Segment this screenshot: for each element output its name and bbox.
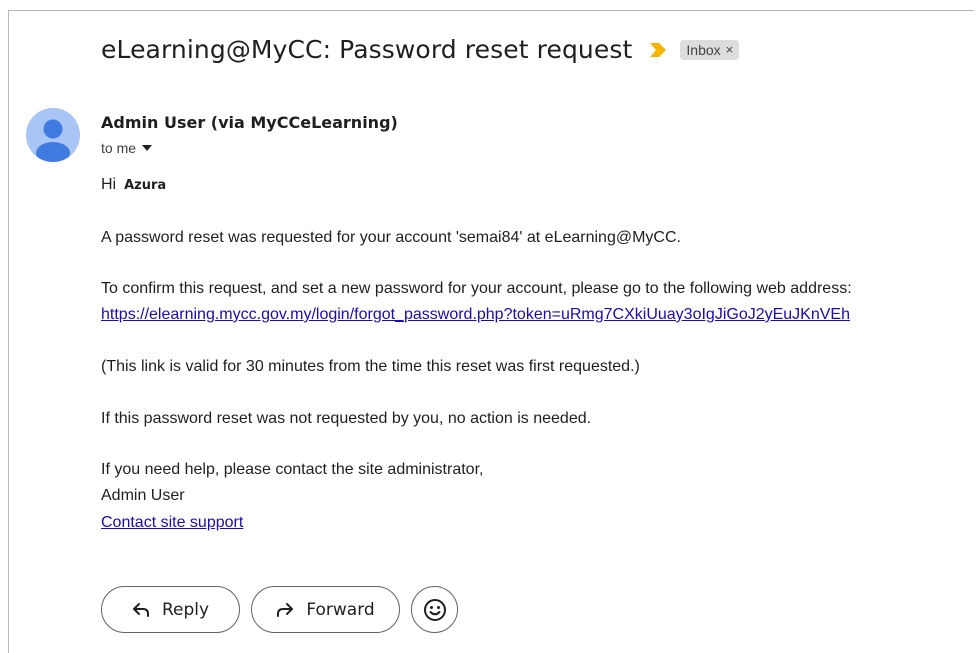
smiley-icon [423, 598, 446, 621]
avatar[interactable] [26, 108, 80, 162]
recipient-details[interactable]: to me [101, 140, 153, 156]
importance-marker-icon[interactable] [650, 42, 667, 57]
reply-icon [132, 602, 149, 617]
forward-icon [277, 602, 294, 617]
forward-button[interactable]: Forward [251, 586, 400, 633]
support-link-line: Contact site support [101, 514, 243, 532]
remove-label-icon[interactable]: × [726, 42, 734, 57]
person-icon [26, 108, 80, 162]
email-subject: eLearning@MyCC: Password reset request [101, 35, 633, 64]
chevron-down-icon [142, 145, 153, 151]
emoji-reaction-button[interactable] [411, 586, 458, 633]
inbox-label: Inbox [686, 41, 721, 58]
reset-link-line: https://elearning.mycc.gov.my/login/forg… [101, 306, 850, 324]
support-link[interactable]: Contact site support [101, 514, 243, 531]
reset-link[interactable]: https://elearning.mycc.gov.my/login/forg… [101, 306, 850, 323]
subject-row: eLearning@MyCC: Password reset request I… [101, 35, 740, 64]
body-paragraph-4: If this password reset was not requested… [101, 410, 592, 427]
sender-name: Admin User (via MyCCeLearning) [101, 113, 398, 132]
greeting-name: Azura [124, 178, 167, 193]
recipient-label: to me [101, 140, 137, 156]
forward-label: Forward [306, 599, 375, 620]
inbox-label-chip: Inbox × [680, 39, 740, 60]
greeting-line: Hi Azura [101, 176, 166, 194]
email-frame [8, 10, 974, 653]
body-paragraph-2: To confirm this request, and set a new p… [101, 280, 852, 297]
greeting: Hi [101, 176, 117, 193]
reply-label: Reply [161, 599, 210, 620]
body-paragraph-5: If you need help, please contact the sit… [101, 461, 484, 478]
body-paragraph-1: A password reset was requested for your … [101, 229, 681, 246]
body-paragraph-3: (This link is valid for 30 minutes from … [101, 358, 640, 375]
reply-button[interactable]: Reply [101, 586, 240, 633]
signature: Admin User [101, 487, 185, 504]
